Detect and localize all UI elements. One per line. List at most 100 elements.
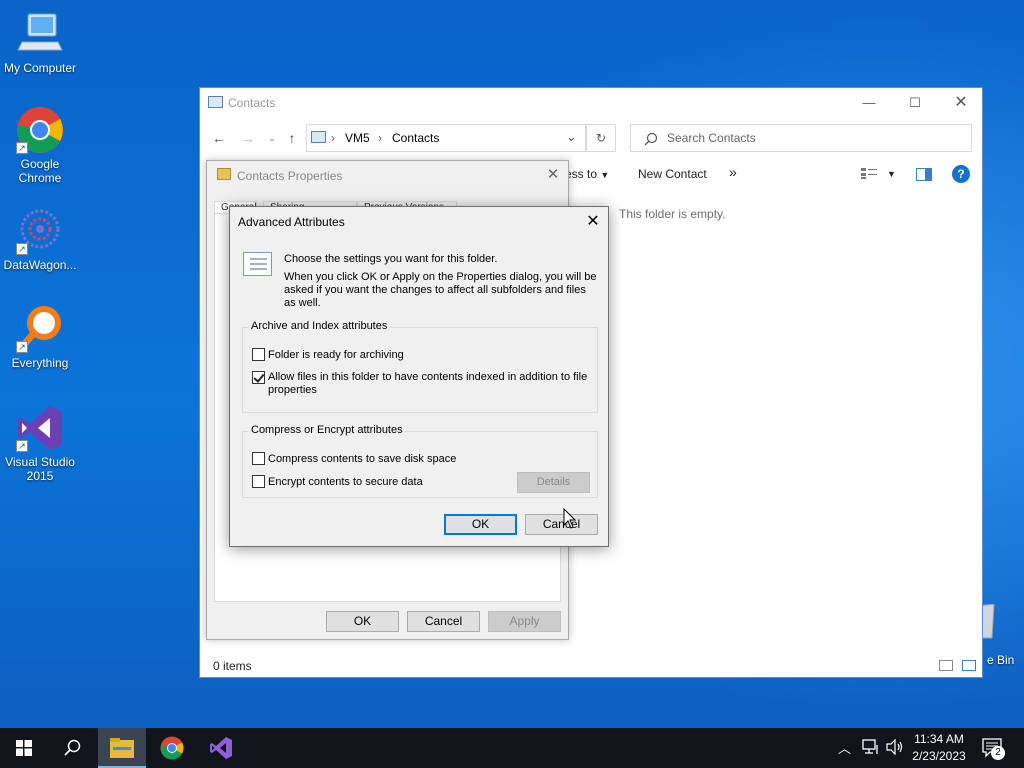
view-dropdown-arrow-icon[interactable]: ▼	[887, 169, 896, 179]
desktop-icon-label: Google Chrome	[18, 157, 62, 185]
archive-checkbox[interactable]	[252, 348, 265, 361]
new-contact-button[interactable]: New Contact	[638, 167, 707, 181]
details-button[interactable]: Details	[517, 472, 590, 493]
network-icon[interactable]	[862, 739, 880, 755]
explorer-titlebar[interactable]: Contacts — ☐ ✕	[200, 88, 982, 118]
share-label: ess to	[565, 167, 598, 181]
desktop: My Computer ↗ Google Chrome ↗ DataWagon.…	[0, 0, 1024, 728]
address-dropdown-chevron-icon[interactable]: ⌄	[566, 129, 577, 145]
compress-label[interactable]: Compress contents to save disk space	[268, 453, 456, 466]
taskbar-file-explorer[interactable]	[98, 728, 146, 768]
desktop-icon-label: Visual Studio 2015	[5, 455, 75, 483]
back-arrow-icon[interactable]: ←	[209, 128, 229, 148]
desktop-icon-datawagon[interactable]: ↗ DataWagon...	[0, 207, 80, 272]
file-explorer-icon	[110, 738, 134, 758]
mouse-cursor-icon	[563, 508, 577, 529]
taskbar-chrome[interactable]	[148, 728, 196, 768]
breadcrumb-vm5[interactable]: VM5	[345, 131, 370, 145]
item-count: 0 items	[213, 659, 252, 673]
properties-title: Contacts Properties	[237, 169, 343, 183]
index-label-line1[interactable]: Allow files in this folder to have conte…	[268, 371, 587, 384]
address-row: ← → ⌄ ↑ › VM5 › Contacts ⌄ ↻	[200, 122, 982, 154]
window-title: Contacts	[228, 96, 276, 110]
desktop-icon-label: DataWagon...	[3, 258, 77, 272]
up-arrow-icon[interactable]: ↑	[282, 128, 302, 148]
recycle-bin-label: e Bin	[987, 653, 1015, 667]
large-icons-view-icon[interactable]	[962, 660, 976, 671]
encrypt-checkbox[interactable]	[252, 475, 265, 488]
advanced-close-icon[interactable]: ✕	[583, 212, 603, 232]
notification-count-badge: 2	[991, 746, 1005, 760]
encrypt-label[interactable]: Encrypt contents to secure data	[268, 476, 423, 489]
close-button[interactable]: ✕	[938, 88, 984, 118]
breadcrumb-separator-icon: ›	[378, 131, 382, 145]
dropdown-arrow-icon: ▼	[600, 170, 610, 180]
note-text-line1: When you click OK or Apply on the Proper…	[284, 271, 597, 283]
properties-cancel-button[interactable]: Cancel	[407, 611, 480, 632]
status-bar: 0 items	[200, 655, 982, 677]
refresh-button[interactable]: ↻	[586, 124, 616, 152]
search-icon	[644, 132, 658, 146]
give-access-to-menu[interactable]: ess to ▼	[565, 167, 609, 181]
folder-attributes-icon	[243, 252, 272, 276]
properties-ok-button[interactable]: OK	[326, 611, 399, 632]
advanced-attributes-title: Advanced Attributes	[238, 215, 345, 229]
show-hidden-icons-chevron-icon[interactable]: ︿	[838, 738, 851, 757]
contacts-folder-icon	[208, 96, 223, 108]
desktop-icon-my-computer[interactable]: My Computer	[0, 10, 80, 75]
notifications-button[interactable]: 2	[982, 738, 1006, 760]
search-input[interactable]	[667, 130, 957, 146]
visual-studio-icon: ↗	[16, 404, 64, 452]
index-checkbox[interactable]	[252, 371, 265, 384]
more-commands-chevron-icon[interactable]: »	[729, 164, 737, 180]
advanced-ok-button[interactable]: OK	[444, 514, 517, 535]
index-label-line2[interactable]: properties	[268, 384, 317, 397]
clock-date[interactable]: 2/23/2023	[904, 749, 974, 763]
note-text-line2: asked if you want the changes to affect …	[284, 284, 586, 296]
empty-folder-message: This folder is empty.	[619, 207, 726, 221]
desktop-icon-chrome[interactable]: ↗ Google Chrome	[0, 106, 80, 185]
desktop-icon-visual-studio[interactable]: ↗ Visual Studio 2015	[0, 404, 80, 483]
archive-group-label: Archive and Index attributes	[249, 320, 390, 332]
datawagon-icon: ↗	[16, 207, 64, 255]
chrome-icon	[160, 736, 184, 760]
taskbar-search-button[interactable]	[48, 728, 96, 768]
taskbar: ︿ 11:34 AM 2/23/2023 2	[0, 728, 1024, 768]
help-icon[interactable]: ?	[952, 165, 970, 183]
archive-index-group: Archive and Index attributes Folder is r…	[242, 320, 598, 413]
start-button[interactable]	[0, 728, 48, 768]
maximize-button[interactable]: ☐	[892, 88, 938, 118]
intro-text: Choose the settings you want for this fo…	[284, 253, 498, 265]
breadcrumb-contacts[interactable]: Contacts	[392, 131, 439, 145]
shortcut-arrow-icon: ↗	[16, 440, 28, 452]
compress-checkbox[interactable]	[252, 452, 265, 465]
note-text-line3: as well.	[284, 297, 321, 309]
properties-apply-button[interactable]: Apply	[488, 611, 561, 632]
advanced-attributes-dialog: Advanced Attributes ✕ Choose the setting…	[229, 206, 609, 547]
computer-icon	[16, 10, 64, 58]
archive-label[interactable]: Folder is ready for archiving	[268, 349, 404, 362]
desktop-icon-everything[interactable]: ↗ Everything	[0, 305, 80, 370]
recent-locations-chevron-icon[interactable]: ⌄	[262, 128, 282, 148]
address-bar[interactable]: › VM5 › Contacts ⌄	[306, 124, 586, 152]
change-view-icon[interactable]	[861, 167, 877, 180]
advanced-cancel-button[interactable]: Cancel	[525, 514, 598, 535]
minimize-button[interactable]: —	[846, 88, 892, 118]
details-view-icon[interactable]	[939, 660, 953, 671]
breadcrumb-separator-icon: ›	[331, 131, 335, 145]
folder-icon	[217, 168, 231, 180]
clock-time[interactable]: 11:34 AM	[904, 732, 974, 746]
refresh-icon: ↻	[595, 131, 607, 145]
search-box[interactable]	[630, 124, 972, 152]
contacts-location-icon	[311, 131, 326, 143]
preview-pane-icon[interactable]	[916, 168, 932, 181]
everything-search-icon: ↗	[16, 305, 64, 353]
compress-group-label: Compress or Encrypt attributes	[249, 424, 405, 436]
volume-icon[interactable]	[886, 738, 904, 756]
desktop-icon-label: My Computer	[3, 61, 77, 75]
forward-arrow-icon[interactable]: →	[238, 128, 258, 148]
desktop-icon-label: Everything	[11, 356, 69, 370]
properties-close-icon[interactable]: ✕	[543, 165, 563, 185]
shortcut-arrow-icon: ↗	[16, 142, 28, 154]
taskbar-visual-studio[interactable]	[197, 728, 245, 768]
